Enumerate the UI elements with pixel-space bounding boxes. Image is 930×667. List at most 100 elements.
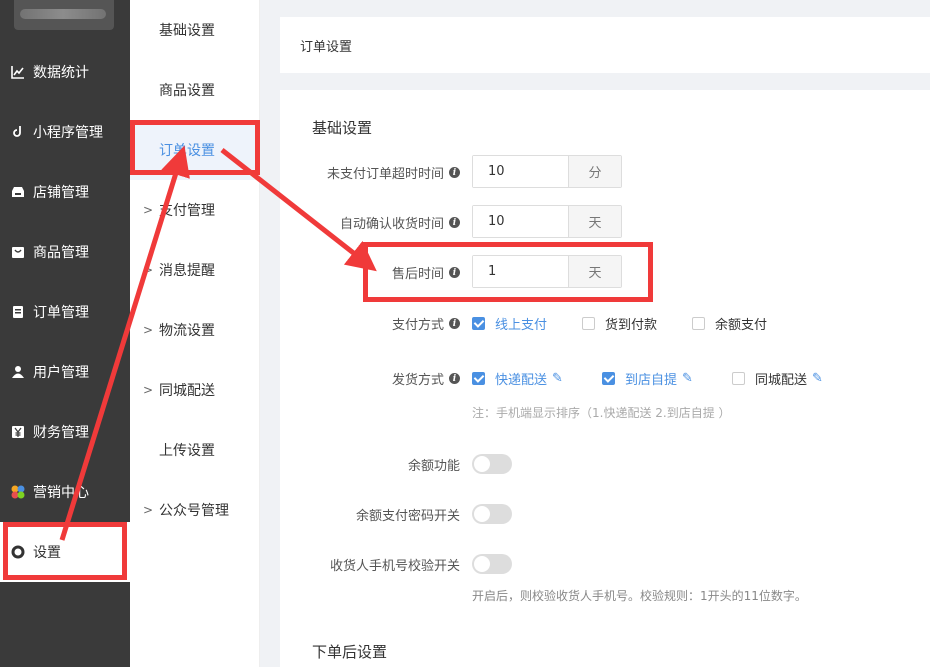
- subnav-label: 物流设置: [159, 323, 215, 339]
- auto-confirm-input[interactable]: [473, 206, 568, 237]
- balance-function-label: 余额功能: [408, 455, 460, 474]
- label-text: 余额功能: [407, 459, 460, 474]
- sidebar-item-shop[interactable]: 店铺管理: [0, 162, 130, 222]
- yen-icon: [10, 424, 26, 440]
- sidebar-item-label: 用户管理: [33, 365, 89, 381]
- sidebar-item-stats[interactable]: 数据统计: [0, 42, 130, 102]
- chevron-right-icon: >: [143, 383, 154, 397]
- balance-function-toggle[interactable]: [472, 454, 512, 474]
- chart-line-icon: [10, 64, 26, 80]
- label-text: 发货方式: [391, 373, 444, 388]
- order-settings-form: 基础设置 未支付订单超时时间i 分 自动确认收货时间i 天 售后时间i 天 支付…: [280, 90, 930, 667]
- delivery-local-checkbox[interactable]: 同城配送 ✎: [732, 369, 823, 388]
- delivery-express-checkbox[interactable]: 快递配送 ✎: [472, 369, 563, 388]
- checkbox[interactable]: [582, 317, 595, 330]
- chevron-right-icon: >: [143, 263, 154, 277]
- label-text: 余额支付密码开关: [355, 509, 460, 524]
- payment-balance-checkbox[interactable]: 余额支付: [692, 314, 767, 333]
- label-text: 未支付订单超时时间: [326, 167, 444, 182]
- option-label: 同城配送: [755, 373, 808, 388]
- sidebar-item-orders[interactable]: 订单管理: [0, 282, 130, 342]
- subnav-label: 商品设置: [159, 83, 215, 99]
- phone-check-toggle[interactable]: [472, 554, 512, 574]
- phone-check-note: 开启后，则校验收货人手机号。校验规则：1开头的11位数字。: [472, 589, 807, 603]
- sidebar-item-label: 订单管理: [33, 305, 89, 321]
- delivery-sort-note: 注：手机端显示排序（1.快递配送 2.到店自提 ）: [472, 406, 731, 420]
- marketing-icon: [10, 484, 26, 500]
- auto-confirm-field: 天: [472, 205, 622, 238]
- unpaid-timeout-label: 未支付订单超时时间 i: [327, 163, 460, 182]
- subnav-label: 基础设置: [159, 23, 215, 39]
- goods-icon: [10, 244, 26, 260]
- option-label: 线上支付: [495, 318, 548, 333]
- checkbox[interactable]: [472, 317, 485, 330]
- info-icon[interactable]: i: [449, 217, 460, 228]
- sidebar-item-goods[interactable]: 商品管理: [0, 222, 130, 282]
- checkbox[interactable]: [692, 317, 705, 330]
- chevron-right-icon: >: [143, 203, 154, 217]
- pencil-icon[interactable]: ✎: [812, 371, 823, 386]
- subnav-item-local-delivery[interactable]: > 同城配送: [130, 360, 260, 420]
- delivery-method-label: 发货方式 i: [392, 369, 460, 388]
- checkbox[interactable]: [602, 372, 615, 385]
- subnav-item-wechat-official[interactable]: > 公众号管理: [130, 480, 260, 540]
- balance-pwd-toggle[interactable]: [472, 504, 512, 524]
- subnav-item-payment[interactable]: > 支付管理: [130, 180, 260, 240]
- settings-subnav: 基础设置 商品设置 订单设置 > 支付管理 > 消息提醒 > 物流设置 > 同城…: [130, 0, 260, 667]
- unpaid-timeout-field: 分: [472, 155, 622, 188]
- checkbox[interactable]: [472, 372, 485, 385]
- info-icon[interactable]: i: [449, 167, 460, 178]
- subnav-item-messages[interactable]: > 消息提醒: [130, 240, 260, 300]
- info-icon[interactable]: i: [449, 318, 460, 329]
- unit-addon: 分: [568, 156, 621, 187]
- auto-confirm-label: 自动确认收货时间 i: [340, 213, 460, 232]
- subnav-label: 上传设置: [159, 443, 215, 459]
- option-label: 余额支付: [715, 318, 768, 333]
- annotation-box-after-sale: [363, 242, 653, 302]
- chevron-right-icon: >: [143, 323, 154, 337]
- sidebar-item-users[interactable]: 用户管理: [0, 342, 130, 402]
- unpaid-timeout-input[interactable]: [473, 156, 568, 187]
- subnav-label: 同城配送: [159, 383, 215, 399]
- sidebar-item-label: 店铺管理: [33, 185, 89, 201]
- subnav-item-logistics[interactable]: > 物流设置: [130, 300, 260, 360]
- subnav-item-upload[interactable]: 上传设置: [130, 420, 260, 480]
- pencil-icon[interactable]: ✎: [682, 371, 693, 386]
- unit-addon: 天: [568, 206, 621, 237]
- sidebar-item-miniprogram[interactable]: 小程序管理: [0, 102, 130, 162]
- payment-cod-checkbox[interactable]: 货到付款: [582, 314, 657, 333]
- section-title-basic: 基础设置: [312, 119, 373, 137]
- subnav-item-basic[interactable]: 基础设置: [130, 0, 260, 60]
- sidebar-item-label: 数据统计: [33, 65, 89, 81]
- option-label: 到店自提: [625, 373, 678, 388]
- logo: [14, 0, 114, 30]
- page-title: 订单设置: [300, 39, 353, 55]
- user-icon: [10, 364, 26, 380]
- subnav-item-goods[interactable]: 商品设置: [130, 60, 260, 120]
- option-label: 快递配送: [495, 373, 548, 388]
- payment-online-checkbox[interactable]: 线上支付: [472, 314, 547, 333]
- subnav-label: 支付管理: [159, 203, 215, 219]
- pencil-icon[interactable]: ✎: [552, 371, 563, 386]
- checkbox[interactable]: [732, 372, 745, 385]
- subnav-label: 公众号管理: [159, 503, 229, 519]
- phone-check-label: 收货人手机号校验开关: [330, 555, 460, 574]
- page-header: 订单设置: [280, 17, 930, 73]
- delivery-pickup-checkbox[interactable]: 到店自提 ✎: [602, 369, 693, 388]
- section-title-after-order: 下单后设置: [312, 643, 388, 661]
- label-text: 自动确认收货时间: [339, 217, 444, 232]
- chevron-right-icon: >: [143, 503, 154, 517]
- sidebar-item-label: 财务管理: [33, 425, 89, 441]
- shop-icon: [10, 184, 26, 200]
- label-text: 支付方式: [391, 318, 444, 333]
- sidebar-item-finance[interactable]: 财务管理: [0, 402, 130, 462]
- sidebar-item-marketing[interactable]: 营销中心: [0, 462, 130, 522]
- info-icon[interactable]: i: [449, 373, 460, 384]
- sidebar-item-label: 营销中心: [33, 485, 89, 501]
- subnav-label: 消息提醒: [159, 263, 215, 279]
- balance-pwd-label: 余额支付密码开关: [356, 505, 460, 524]
- annotation-box-order-settings: [130, 120, 260, 175]
- sidebar-item-label: 小程序管理: [33, 125, 103, 141]
- sidebar-item-label: 商品管理: [33, 245, 89, 261]
- label-text: 收货人手机号校验开关: [329, 559, 460, 574]
